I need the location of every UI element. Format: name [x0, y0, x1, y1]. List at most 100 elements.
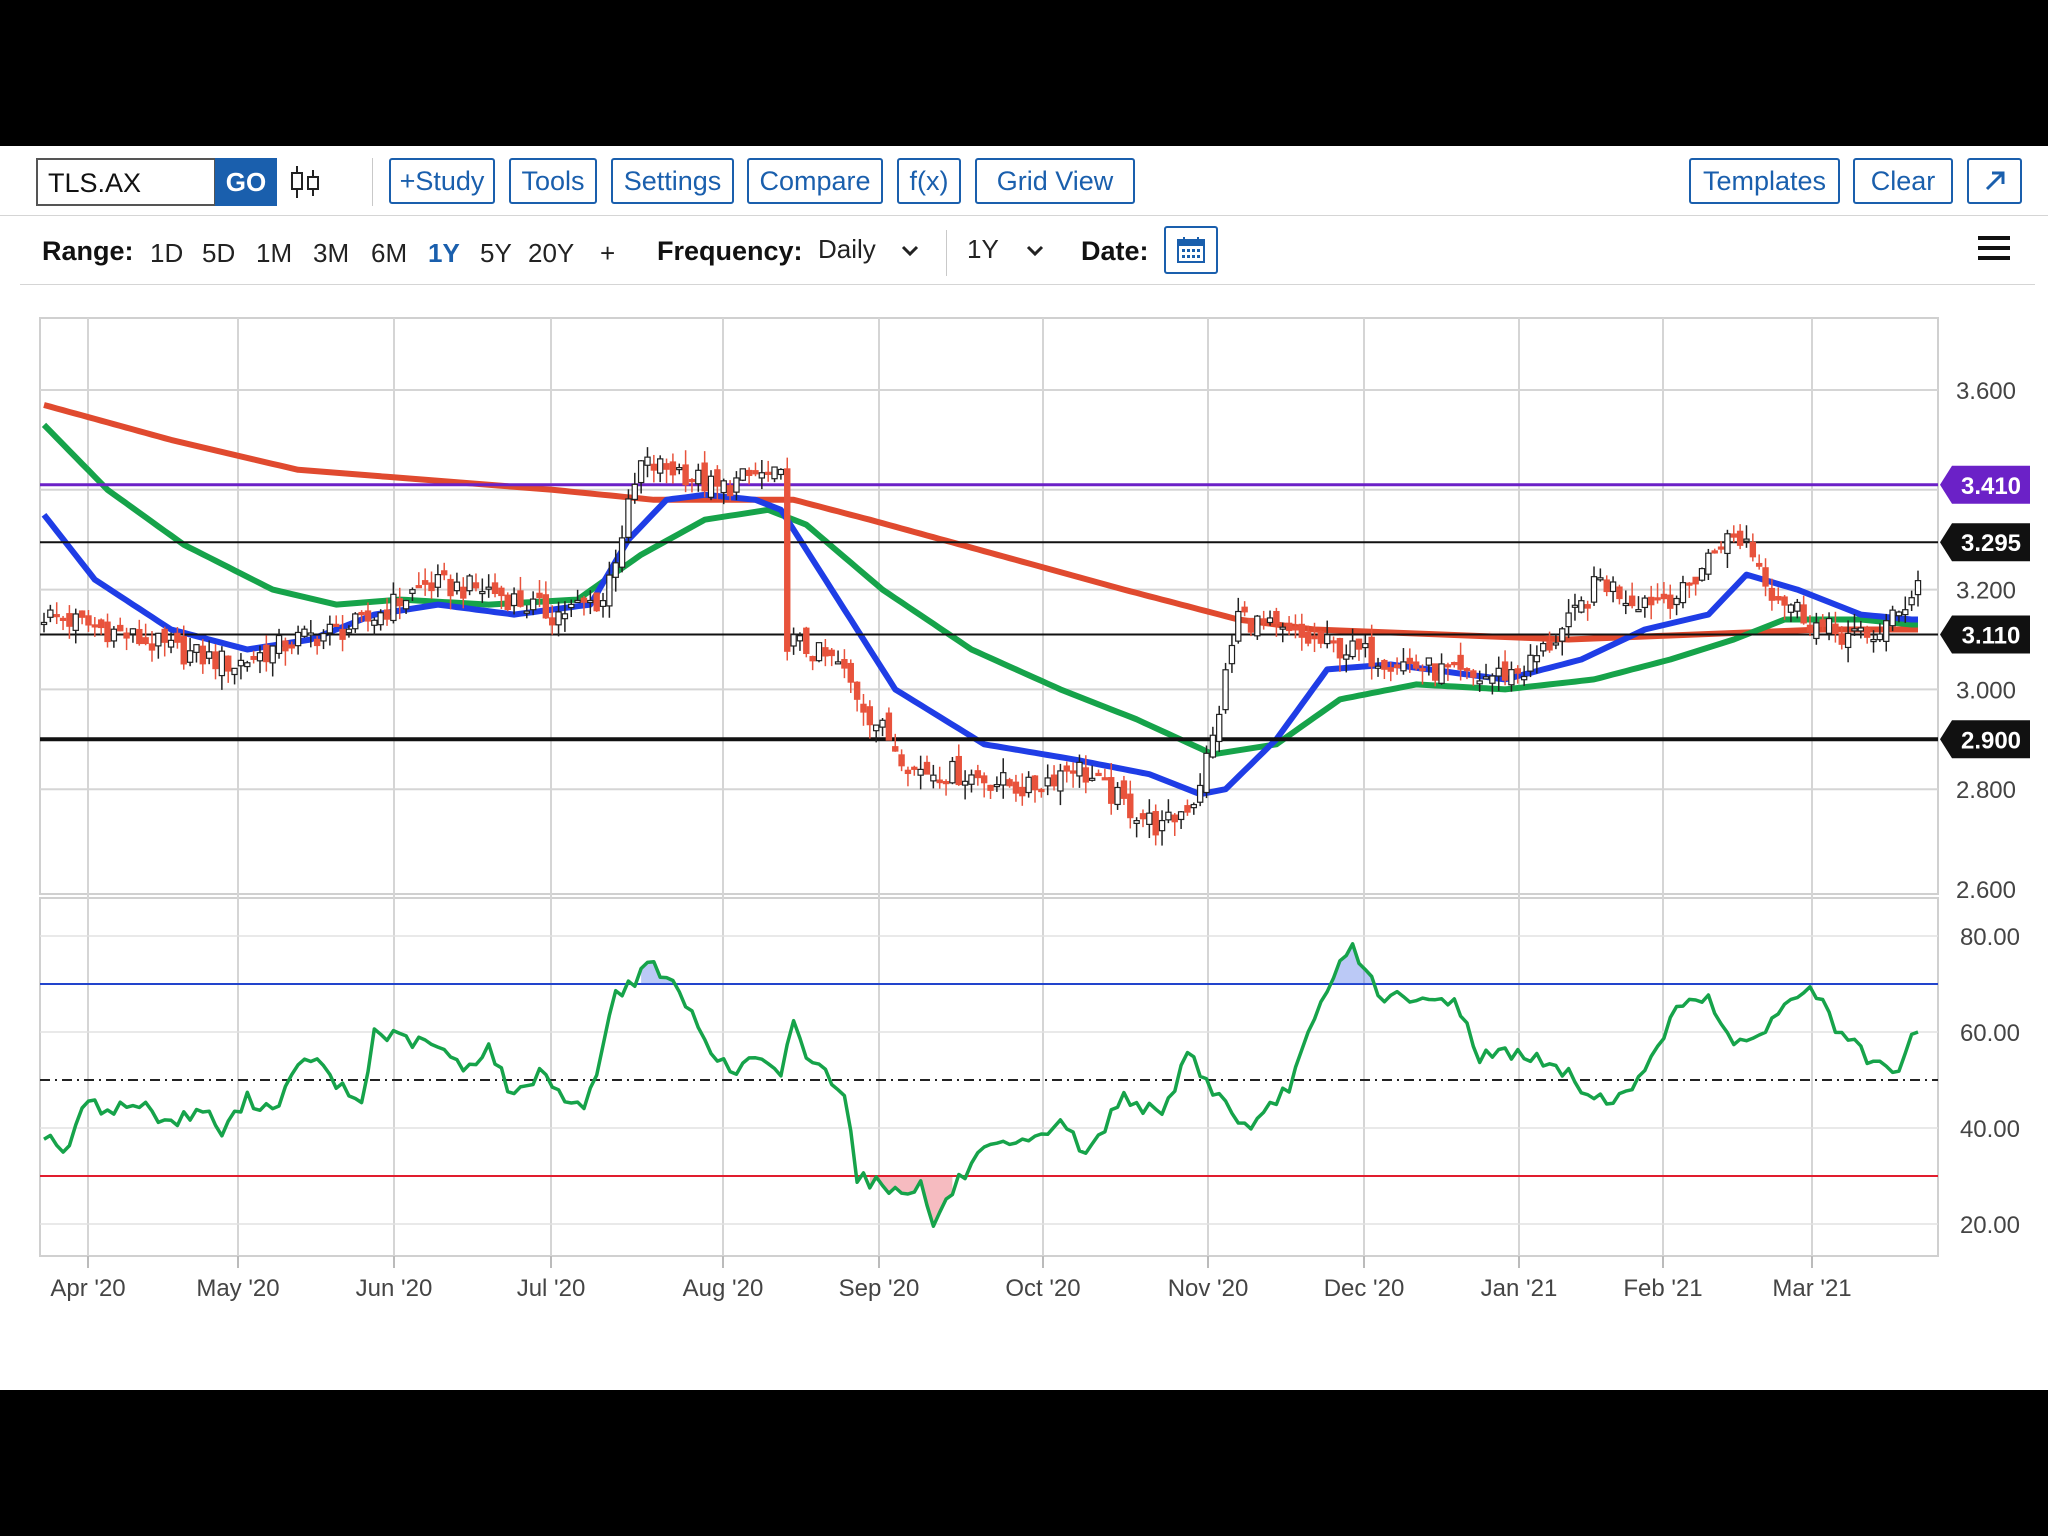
candle-body [263, 644, 270, 663]
candle-body [1527, 654, 1534, 672]
candle-body [1336, 637, 1344, 659]
candle-body [225, 655, 232, 672]
candle-body [1304, 631, 1312, 644]
candle-body [612, 562, 619, 578]
y-tick-label: 3.000 [1956, 677, 2016, 704]
candle-body [320, 632, 327, 642]
candle-body [841, 659, 848, 669]
candle-body [733, 477, 740, 493]
candle [803, 626, 810, 658]
candle-body [974, 770, 982, 779]
candle-body [1076, 761, 1083, 777]
candle-body [345, 628, 353, 634]
candle-body [441, 570, 448, 576]
candle-body [421, 580, 429, 585]
x-tick-label: Jul '20 [517, 1275, 586, 1302]
candle-body [1628, 595, 1636, 607]
candle-body [1514, 668, 1521, 674]
candle-body [980, 775, 988, 784]
x-tick-label: Sep '20 [839, 1275, 920, 1302]
price-chart[interactable]: Apr '20 May '20 Jun '20 Jul '20 Aug '20 Sep '… [0, 146, 2048, 1390]
candle-body [1743, 538, 1750, 542]
candle-body [1019, 786, 1026, 797]
candle-body [333, 623, 340, 627]
candle-body [1184, 805, 1191, 813]
candle-body [1152, 811, 1159, 836]
candle-body [1870, 638, 1877, 643]
candle-body [1705, 552, 1712, 575]
candle-body [1489, 675, 1496, 684]
candle-body [1463, 668, 1471, 672]
candle-body [1673, 597, 1680, 606]
candle-body [1120, 780, 1128, 799]
candle-body [1038, 788, 1045, 793]
candle-body [1578, 600, 1585, 613]
candle-body [930, 774, 937, 782]
candle-body [879, 719, 886, 728]
candle [593, 592, 600, 612]
rsi-y-tick-label: 60.00 [1960, 1020, 2020, 1047]
candle-body [523, 610, 530, 614]
candle-body [288, 644, 295, 649]
candle-body [1520, 675, 1528, 681]
candle-body [85, 615, 92, 626]
candle-body [504, 594, 511, 611]
candle-body [460, 586, 467, 599]
candle-body [993, 784, 1001, 788]
candle-body [409, 589, 416, 594]
candle-body [822, 647, 829, 657]
candle-body [1355, 638, 1363, 650]
candle-body [269, 645, 276, 664]
candle-body [1387, 667, 1394, 672]
candle-body [1438, 663, 1445, 684]
candle-body [714, 469, 721, 487]
candle-body [1425, 657, 1433, 666]
candle-body [968, 774, 975, 785]
candle-body [1146, 812, 1153, 825]
candle-body [1863, 627, 1871, 638]
price-level-callout: 3.110 [1940, 615, 2030, 654]
candle-body [1279, 626, 1286, 630]
candle-body [1317, 631, 1325, 644]
candle-body [142, 637, 149, 645]
candle-body [1025, 776, 1032, 794]
candle-body [599, 600, 607, 607]
candle-body [396, 598, 403, 607]
candle-body [1108, 777, 1115, 804]
candle-body [720, 480, 727, 494]
price-level-callout: 3.410 [1940, 465, 2030, 504]
candle-body [942, 781, 950, 785]
candle-body [1806, 624, 1814, 632]
candle-body [415, 585, 423, 589]
candle-body [1622, 602, 1629, 607]
candle-body [650, 463, 658, 471]
candle-body [1832, 623, 1839, 635]
candle-body [625, 498, 632, 538]
candle-body [447, 578, 454, 597]
candle-body [358, 611, 365, 616]
candle-body [1876, 633, 1884, 641]
candle-body [663, 463, 670, 470]
candle-body [1654, 597, 1661, 601]
candle-body [866, 706, 874, 726]
candle-body [472, 582, 480, 589]
candle-body [1298, 623, 1306, 638]
candle-body [517, 590, 524, 607]
candle-body [1203, 752, 1210, 794]
candle-body [790, 634, 797, 647]
candle-body [872, 724, 880, 732]
candle-body [1451, 661, 1458, 666]
candle-body [231, 667, 238, 676]
candle [949, 756, 956, 785]
candle-body [193, 644, 200, 653]
candle-body [1273, 610, 1280, 624]
candle-body [1635, 609, 1642, 613]
x-tick-label: Apr '20 [50, 1275, 125, 1302]
candle-body [815, 642, 823, 662]
candle-body [1686, 582, 1693, 586]
candle-body [739, 468, 746, 481]
candle-body [1584, 604, 1591, 609]
candle-body [606, 574, 613, 607]
candle-body [936, 779, 943, 784]
candle-body [853, 681, 861, 700]
